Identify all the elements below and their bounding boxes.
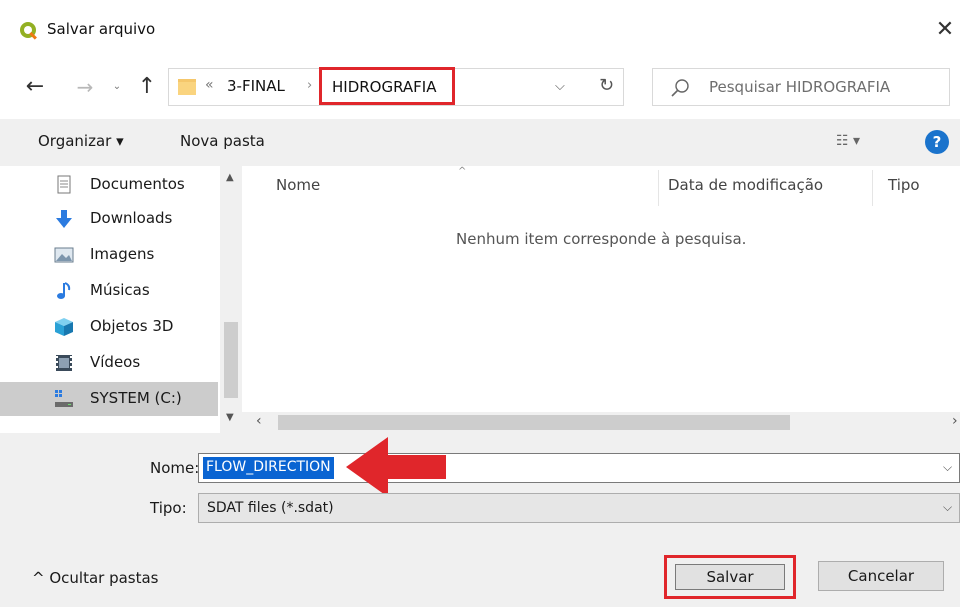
sidebar-item-system-c[interactable]: SYSTEM (C:) bbox=[0, 382, 218, 416]
save-form: Nome: FLOW_DIRECTION ⌵ Tipo: SDAT files … bbox=[0, 433, 960, 607]
scroll-left-icon[interactable]: ‹ bbox=[256, 413, 262, 429]
document-icon bbox=[57, 175, 71, 194]
sidebar-item-videos[interactable]: Vídeos bbox=[0, 346, 218, 380]
hide-folders-toggle[interactable]: ^ Ocultar pastas bbox=[32, 569, 159, 587]
cube-icon bbox=[55, 318, 73, 336]
sidebar-item-documentos[interactable]: Documentos bbox=[0, 168, 218, 202]
close-button[interactable]: ✕ bbox=[930, 14, 960, 46]
scroll-up-icon[interactable]: ▲ bbox=[226, 172, 234, 183]
search-box[interactable] bbox=[652, 68, 950, 106]
file-type-value: SDAT files (*.sdat) bbox=[207, 500, 334, 516]
red-arrow-annotation-icon bbox=[346, 437, 446, 497]
breadcrumb-hidrografia[interactable]: HIDROGRAFIA bbox=[319, 67, 455, 105]
navigation-pane: Documentos Downloads Imagens Músicas Obj… bbox=[0, 166, 242, 433]
up-button[interactable]: ↑ bbox=[136, 74, 158, 100]
view-options-icon[interactable]: ☷ ▾ bbox=[836, 133, 860, 149]
column-divider[interactable] bbox=[658, 170, 659, 206]
file-name-value[interactable]: FLOW_DIRECTION bbox=[203, 457, 334, 479]
new-folder-button[interactable]: Nova pasta bbox=[180, 132, 265, 150]
file-type-label: Tipo: bbox=[150, 499, 187, 517]
chevron-down-icon[interactable]: ⌵ bbox=[943, 460, 952, 475]
breadcrumb-separator[interactable]: › bbox=[307, 78, 312, 93]
search-input[interactable] bbox=[709, 69, 945, 105]
column-header-data[interactable]: Data de modificação bbox=[668, 176, 823, 194]
chevron-down-icon[interactable]: ⌵ bbox=[943, 500, 952, 515]
sidebar-item-downloads[interactable]: Downloads bbox=[0, 202, 218, 236]
sidebar-item-objetos-3d[interactable]: Objetos 3D bbox=[0, 310, 218, 344]
sidebar-item-label: Músicas bbox=[90, 281, 150, 299]
sidebar-item-imagens[interactable]: Imagens bbox=[0, 238, 218, 272]
empty-state-message: Nenhum item corresponde à pesquisa. bbox=[456, 230, 747, 248]
column-header-nome[interactable]: Nome bbox=[276, 176, 320, 194]
navigation-bar: ← → ⌄ ↑ « 3-FINAL › HIDROGRAFIA ⌵ ↻ bbox=[0, 60, 960, 115]
breadcrumb-overflow[interactable]: « bbox=[205, 77, 214, 93]
save-button-highlight: Salvar bbox=[664, 555, 796, 599]
image-icon bbox=[54, 247, 74, 263]
sidebar-item-label: Imagens bbox=[90, 245, 155, 263]
sidebar-item-label: Objetos 3D bbox=[90, 317, 174, 335]
video-icon bbox=[56, 355, 72, 371]
sidebar-item-label: Vídeos bbox=[90, 353, 141, 371]
qgis-logo-icon bbox=[20, 22, 37, 40]
back-button[interactable]: ← bbox=[22, 74, 48, 100]
file-list: ^ Nome Data de modificação Tipo Nenhum i… bbox=[242, 166, 960, 433]
address-bar[interactable]: « 3-FINAL › HIDROGRAFIA ⌵ ↻ bbox=[168, 67, 624, 106]
folder-icon bbox=[178, 79, 196, 95]
recent-locations-button[interactable]: ⌄ bbox=[108, 78, 126, 96]
scroll-down-icon[interactable]: ▼ bbox=[226, 412, 234, 423]
breadcrumb-3-final[interactable]: 3-FINAL bbox=[227, 77, 285, 95]
command-toolbar: Organizar ▾ Nova pasta ☷ ▾ ? bbox=[0, 119, 960, 166]
file-name-label: Nome: bbox=[150, 459, 200, 477]
file-name-field[interactable]: FLOW_DIRECTION ⌵ bbox=[198, 453, 960, 483]
sort-indicator-icon: ^ bbox=[458, 166, 467, 177]
column-header-tipo[interactable]: Tipo bbox=[888, 176, 920, 194]
forward-button[interactable]: → bbox=[72, 74, 98, 100]
title-bar: Salvar arquivo ✕ bbox=[0, 0, 960, 60]
sidebar-item-musicas[interactable]: Músicas bbox=[0, 274, 218, 308]
sidebar-item-label: Downloads bbox=[90, 209, 173, 227]
scrollbar-thumb[interactable] bbox=[224, 322, 238, 398]
chevron-down-icon[interactable]: ⌵ bbox=[555, 79, 565, 94]
organize-menu[interactable]: Organizar ▾ bbox=[38, 132, 124, 150]
sidebar-scrollbar[interactable]: ▲ ▼ bbox=[220, 166, 242, 433]
scroll-right-icon[interactable]: › bbox=[952, 413, 958, 429]
download-icon bbox=[56, 210, 72, 228]
cancel-button[interactable]: Cancelar bbox=[818, 561, 944, 591]
file-list-horizontal-scrollbar[interactable]: ‹ › bbox=[242, 412, 960, 433]
drive-icon bbox=[55, 390, 73, 407]
scrollbar-thumb[interactable] bbox=[278, 415, 790, 430]
sidebar-item-label: Documentos bbox=[90, 175, 185, 193]
save-button[interactable]: Salvar bbox=[675, 564, 785, 590]
help-icon[interactable]: ? bbox=[925, 130, 949, 154]
search-icon bbox=[671, 79, 689, 97]
file-type-select[interactable]: SDAT files (*.sdat) ⌵ bbox=[198, 493, 960, 523]
refresh-icon[interactable]: ↻ bbox=[599, 75, 614, 96]
sidebar-item-label: SYSTEM (C:) bbox=[90, 389, 182, 407]
window-title: Salvar arquivo bbox=[47, 20, 156, 38]
column-divider[interactable] bbox=[872, 170, 873, 206]
music-icon bbox=[57, 282, 71, 299]
